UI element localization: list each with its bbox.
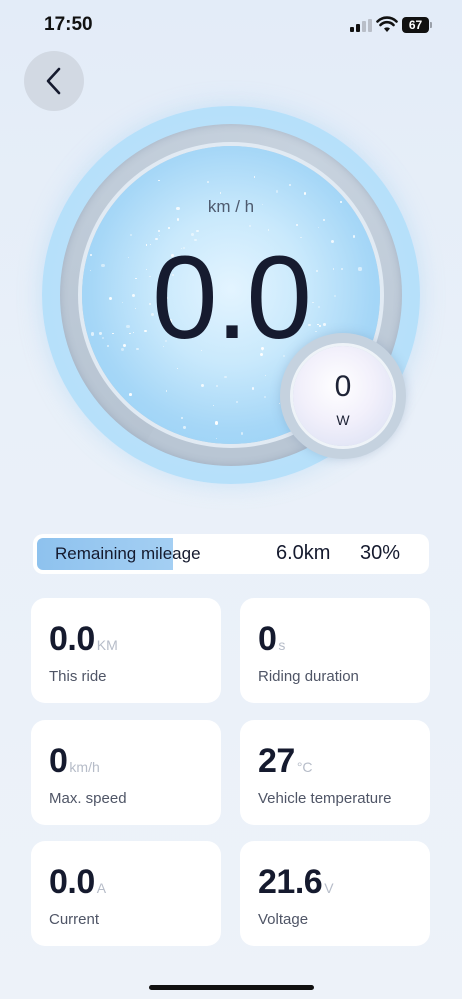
stat-value: 0.0 <box>49 863 95 901</box>
stat-value: 21.6 <box>258 863 323 901</box>
sparkle-dot <box>129 233 133 237</box>
back-button[interactable] <box>24 51 84 111</box>
stat-label: This ride <box>49 668 107 685</box>
stat-unit: A <box>96 880 107 896</box>
sparkle-dot <box>267 228 270 231</box>
sparkle-dot <box>249 225 251 227</box>
sparkle-dot <box>317 227 319 229</box>
sparkle-dot <box>223 375 227 379</box>
stat-label: Current <box>49 911 100 928</box>
stat-value: 0 <box>49 742 68 780</box>
sparkle-dot <box>176 217 180 221</box>
power-unit: W <box>336 412 350 428</box>
sparkle-dot <box>176 367 179 370</box>
sparkle-dot <box>216 384 218 387</box>
sparkle-dot <box>295 223 298 226</box>
sparkle-dot <box>183 426 186 429</box>
remaining-mileage-distance: 6.0km <box>276 542 331 564</box>
stat-card-max-speed: 0 km/h Max. speed <box>31 720 221 825</box>
sparkle-dot <box>158 179 160 182</box>
sparkle-dot <box>201 384 205 388</box>
sparkle-dot <box>323 219 326 222</box>
stat-label: Vehicle temperature <box>258 790 392 807</box>
signal-icon <box>350 19 372 32</box>
status-time: 17:50 <box>44 14 93 35</box>
sparkle-dot <box>219 192 222 194</box>
stat-value: 0.0 <box>49 620 95 658</box>
sparkle-dot <box>251 387 255 391</box>
speed-unit: km / h <box>207 197 255 216</box>
stat-card-current: 0.0 A Current <box>31 841 221 946</box>
sparkle-dot <box>240 432 243 435</box>
sparkle-dot <box>214 421 218 425</box>
sparkle-dot <box>288 183 291 186</box>
stat-label: Riding duration <box>258 668 359 685</box>
stat-label: Max. speed <box>49 790 127 807</box>
sparkle-dot <box>129 393 133 396</box>
speed-value: 0.0 <box>151 232 312 364</box>
home-indicator <box>149 985 314 990</box>
remaining-mileage-percent: 30% <box>360 542 401 564</box>
stat-card-this-ride: 0.0 KM This ride <box>31 598 221 703</box>
stat-unit: V <box>324 880 334 896</box>
status-bar: 17:50 67 <box>0 0 462 50</box>
power-value: 0 <box>334 370 352 403</box>
sparkle-dot <box>235 400 239 404</box>
stat-value: 27 <box>258 742 295 780</box>
wifi-icon <box>376 16 398 32</box>
stat-unit: KM <box>96 637 118 653</box>
stat-card-vehicle-temperature: 27 °C Vehicle temperature <box>240 720 430 825</box>
sparkle-dot <box>207 181 209 183</box>
sparkle-dot <box>304 192 307 195</box>
sparkle-dot <box>212 404 214 407</box>
battery-icon: 67 <box>402 17 429 33</box>
stat-value: 0 <box>258 620 277 658</box>
sparkle-dot <box>166 390 168 392</box>
battery-tip <box>430 22 432 28</box>
sparkle-dot <box>263 396 266 399</box>
stat-label: Voltage <box>258 911 309 928</box>
stat-card-voltage: 21.6 V Voltage <box>240 841 430 946</box>
sparkle-dot <box>275 190 279 193</box>
stat-unit: km/h <box>69 759 100 775</box>
sparkle-dot <box>264 374 266 376</box>
stat-unit: °C <box>296 759 313 775</box>
sparkle-dot <box>215 438 217 440</box>
sparkle-dot <box>253 176 256 178</box>
sparkle-dot <box>167 227 170 230</box>
remaining-mileage-label: Remaining mileage <box>55 544 201 563</box>
chevron-left-icon <box>46 67 61 95</box>
stat-unit: s <box>278 637 286 653</box>
stat-card-riding-duration: 0s Riding duration <box>240 598 430 703</box>
sparkle-dot <box>180 416 183 420</box>
